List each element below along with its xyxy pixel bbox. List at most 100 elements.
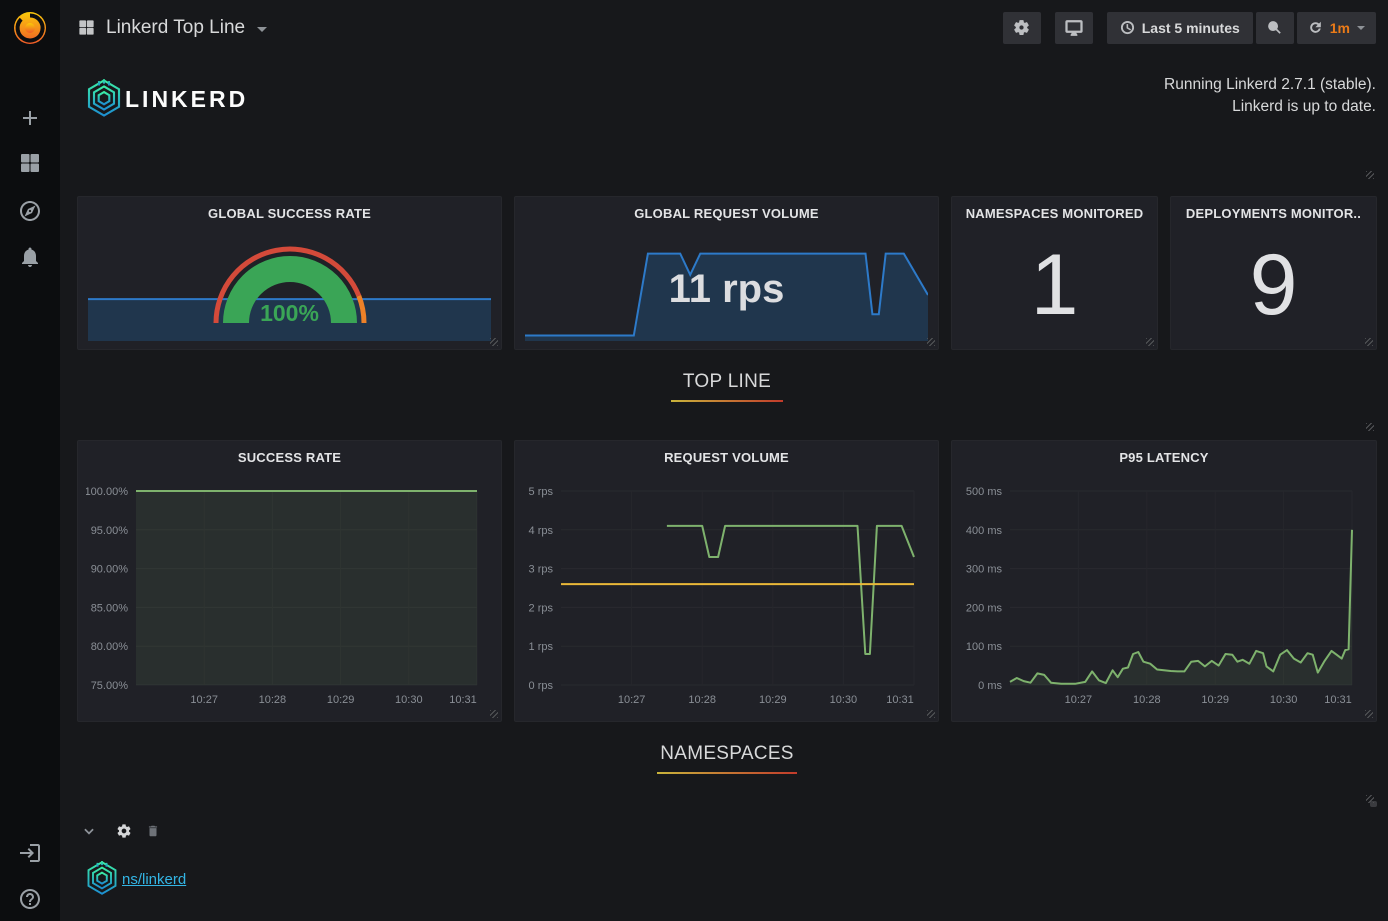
dashboards-icon[interactable] [18, 151, 42, 175]
svg-text:10:29: 10:29 [1201, 694, 1229, 706]
refresh-interval-label: 1m [1330, 20, 1350, 36]
panel-resize-handle[interactable] [490, 710, 498, 718]
alerting-bell-icon[interactable] [18, 245, 42, 269]
zoom-out-icon [1266, 19, 1283, 36]
explore-icon[interactable] [18, 199, 42, 223]
svg-text:3 rps: 3 rps [529, 564, 554, 576]
svg-text:10:28: 10:28 [1133, 694, 1161, 706]
svg-text:10:31: 10:31 [449, 694, 477, 706]
panel-resize-handle[interactable] [927, 710, 935, 718]
panel-title[interactable]: DEPLOYMENTS MONITOR.. [1171, 206, 1376, 221]
panel-p95-latency-chart: P95 LATENCY 500 ms400 ms300 ms200 ms100 … [951, 440, 1377, 722]
header-text-panel: LINKERD Running Linkerd 2.7.1 (stable). … [77, 60, 1377, 182]
dashboard-grid-icon [77, 18, 96, 37]
panel-deployments-monitored: DEPLOYMENTS MONITOR.. 9 [1170, 196, 1377, 350]
panel-title[interactable]: REQUEST VOLUME [515, 450, 938, 465]
linkerd-logo-icon [84, 78, 124, 118]
svg-text:10:27: 10:27 [618, 694, 646, 706]
linkerd-logo-small [84, 860, 120, 896]
row-delete-button[interactable] [146, 824, 160, 838]
panel-resize-handle[interactable] [1365, 338, 1373, 346]
svg-text:75.00%: 75.00% [91, 680, 129, 692]
svg-text:2 rps: 2 rps [529, 602, 554, 614]
sign-in-icon[interactable] [18, 841, 42, 865]
panel-success-rate-chart: SUCCESS RATE 100.00%95.00%90.00%85.00%80… [77, 440, 502, 722]
row-settings-button[interactable] [116, 823, 132, 839]
row-collapse-button[interactable] [82, 824, 96, 838]
panel-global-success-rate: GLOBAL SUCCESS RATE 100% [77, 196, 502, 350]
dashboard-settings-button[interactable] [1003, 12, 1041, 44]
linkerd-wordmark: LINKERD [125, 86, 248, 113]
svg-text:0 rps: 0 rps [529, 680, 554, 692]
panel-resize-handle[interactable] [1365, 710, 1373, 718]
panel-title[interactable]: SUCCESS RATE [78, 450, 501, 465]
status-line-1: Running Linkerd 2.7.1 (stable). [1164, 74, 1376, 96]
request-volume-value: 11 rps [515, 267, 938, 312]
zoom-out-button[interactable] [1256, 12, 1294, 44]
svg-text:90.00%: 90.00% [91, 564, 129, 576]
title-caret-icon [257, 27, 267, 32]
svg-text:200 ms: 200 ms [966, 602, 1003, 614]
status-line-2: Linkerd is up to date. [1164, 96, 1376, 118]
grafana-dashboard: Linkerd Top Line Last 5 minutes [0, 0, 1388, 921]
trash-icon [146, 824, 160, 838]
svg-text:1 rps: 1 rps [529, 641, 554, 653]
panel-resize-handle[interactable] [927, 338, 935, 346]
deployments-count: 9 [1171, 233, 1376, 337]
success-rate-chart: 100.00%95.00%90.00%85.00%80.00%75.00%10:… [86, 477, 493, 713]
svg-text:300 ms: 300 ms [966, 564, 1003, 576]
request-volume-chart: 5 rps 4 rps 3 rps 2 rps 1 rps 0 rps 10:27 10:28… [523, 477, 930, 713]
namespace-link[interactable]: ns/linkerd [122, 871, 186, 888]
namespaces-count: 1 [952, 233, 1157, 337]
panel-title[interactable]: GLOBAL SUCCESS RATE [78, 206, 501, 221]
panel-resize-handle[interactable] [1366, 423, 1374, 431]
section-underline [657, 772, 797, 774]
svg-text:10:30: 10:30 [1270, 694, 1298, 706]
section-underline [671, 400, 783, 402]
refresh-picker[interactable]: 1m [1297, 12, 1376, 44]
refresh-caret-icon [1357, 26, 1365, 30]
p95-latency-chart: 500 ms400 ms300 ms200 ms100 ms0 ms10:271… [960, 477, 1368, 713]
refresh-icon [1308, 20, 1323, 35]
panel-title[interactable]: GLOBAL REQUEST VOLUME [515, 206, 938, 221]
svg-text:4 rps: 4 rps [529, 525, 554, 537]
section-header-namespaces: NAMESPACES [77, 736, 1377, 806]
svg-text:10:28: 10:28 [259, 694, 287, 706]
help-icon[interactable] [18, 887, 42, 911]
svg-text:10:28: 10:28 [688, 694, 716, 706]
panel-title[interactable]: P95 LATENCY [952, 450, 1376, 465]
panel-global-request-volume: GLOBAL REQUEST VOLUME 11 rps [514, 196, 939, 350]
linkerd-logo [84, 78, 124, 118]
svg-text:100 ms: 100 ms [966, 641, 1003, 653]
svg-text:10:31: 10:31 [886, 694, 914, 706]
panel-request-volume-chart: REQUEST VOLUME 5 rps 4 rps 3 rps 2 rps 1 rps… [514, 440, 939, 722]
svg-text:5 rps: 5 rps [529, 486, 554, 498]
grafana-logo-icon [10, 8, 50, 48]
time-range-label: Last 5 minutes [1142, 20, 1240, 36]
dashboard-title-text: Linkerd Top Line [106, 17, 245, 39]
svg-text:10:29: 10:29 [759, 694, 787, 706]
dashboard-title[interactable]: Linkerd Top Line [77, 17, 267, 39]
panel-title[interactable]: NAMESPACES MONITORED [952, 206, 1157, 221]
svg-text:10:30: 10:30 [830, 694, 858, 706]
panel-resize-handle[interactable] [490, 338, 498, 346]
svg-text:10:31: 10:31 [1324, 694, 1352, 706]
section-title: TOP LINE [77, 371, 1377, 393]
cycle-view-button[interactable] [1055, 12, 1093, 44]
section-title: NAMESPACES [77, 743, 1377, 765]
panel-resize-handle[interactable] [1366, 795, 1374, 803]
gauge-value: 100% [205, 300, 375, 327]
time-range-picker[interactable]: Last 5 minutes [1107, 12, 1253, 44]
panel-resize-handle[interactable] [1366, 171, 1374, 179]
svg-text:0 ms: 0 ms [978, 680, 1002, 692]
panel-resize-handle[interactable] [1146, 338, 1154, 346]
navbar-actions: Last 5 minutes 1m [1003, 12, 1376, 44]
gear-icon [116, 823, 132, 839]
section-header-top-line: TOP LINE [77, 364, 1377, 434]
svg-text:10:30: 10:30 [395, 694, 423, 706]
grafana-logo[interactable] [10, 8, 50, 48]
svg-text:10:29: 10:29 [327, 694, 355, 706]
panel-namespaces-monitored: NAMESPACES MONITORED 1 [951, 196, 1158, 350]
create-icon[interactable] [18, 106, 42, 130]
svg-text:10:27: 10:27 [190, 694, 218, 706]
